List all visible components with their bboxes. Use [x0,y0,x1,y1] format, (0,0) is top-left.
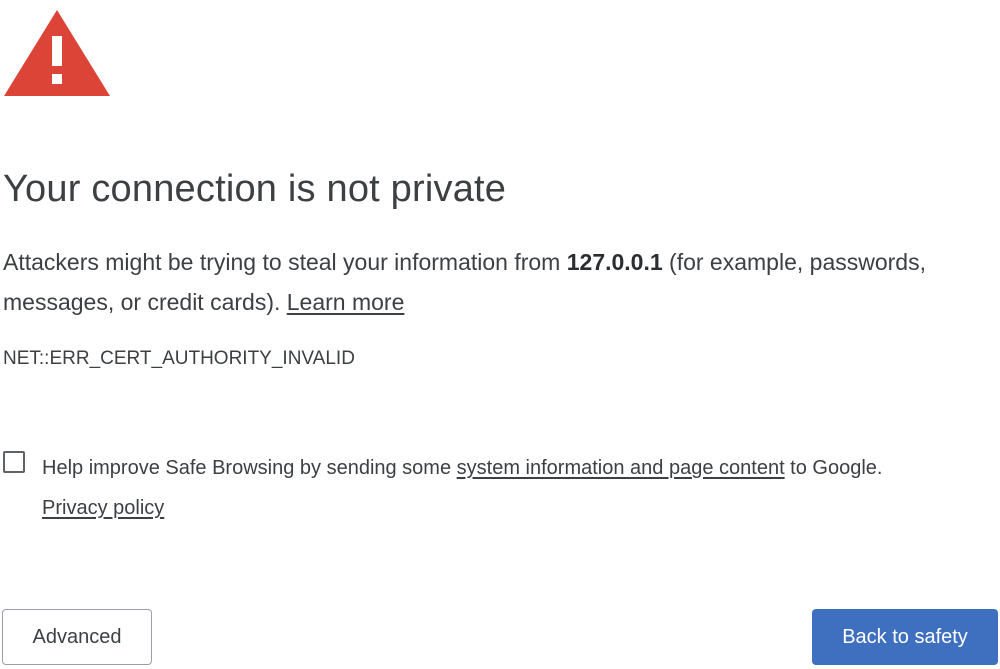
optin-text-end: to Google. [784,457,883,479]
host-name: 127.0.0.1 [566,249,663,275]
system-information-link[interactable]: system information and page content [457,457,785,479]
safe-browsing-optin-label: Help improve Safe Browsing by sending so… [42,448,992,528]
advanced-button[interactable]: Advanced [2,609,152,665]
description-text: Attackers might be trying to steal your … [3,249,567,275]
safe-browsing-checkbox[interactable] [3,451,25,473]
back-to-safety-button[interactable]: Back to safety [812,609,998,665]
optin-text: Help improve Safe Browsing by sending so… [42,457,457,479]
error-code: NET::ERR_CERT_AUTHORITY_INVALID [3,348,355,369]
page-title: Your connection is not private [3,168,507,210]
interstitial-page: Your connection is not private Attackers… [0,0,1000,669]
learn-more-link[interactable]: Learn more [287,289,405,315]
warning-triangle-icon [4,10,110,96]
privacy-policy-link[interactable]: Privacy policy [42,497,164,519]
error-description: Attackers might be trying to steal your … [3,242,963,322]
